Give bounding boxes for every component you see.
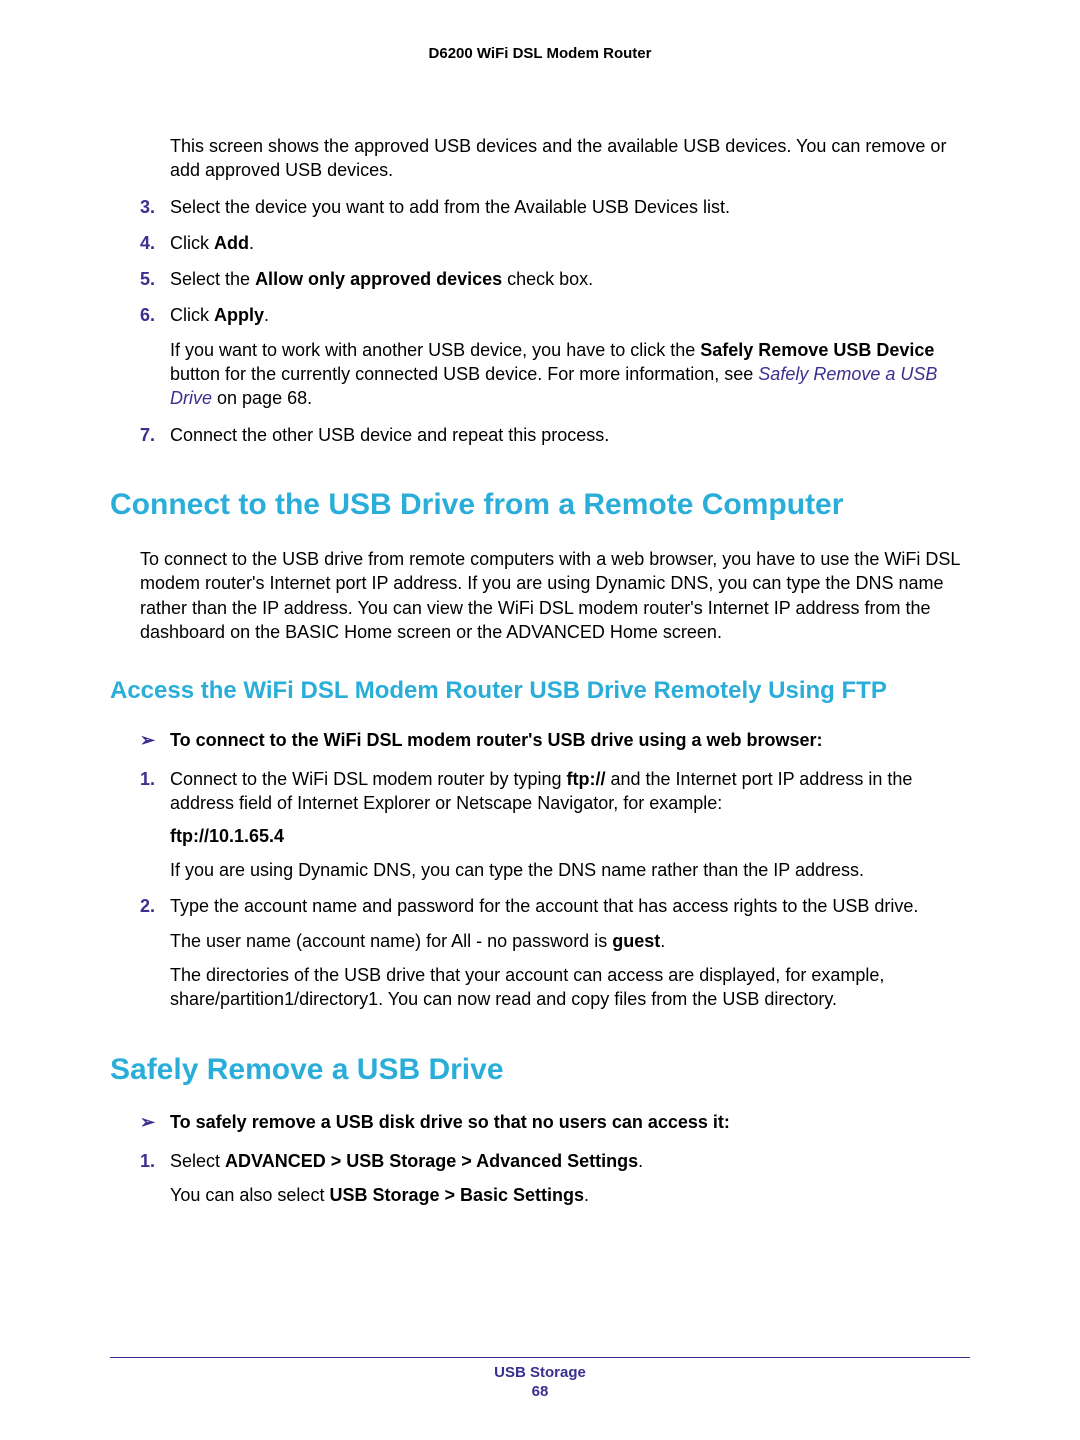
document-page: D6200 WiFi DSL Modem Router This screen …	[0, 0, 1080, 1440]
heading-safely-remove: Safely Remove a USB Drive	[110, 1052, 970, 1088]
step-b1: 1. Connect to the WiFi DSL modem router …	[140, 767, 970, 882]
step-text: Select ADVANCED > USB Storage > Advanced…	[170, 1151, 643, 1171]
footer-chapter: USB Storage	[110, 1364, 970, 1381]
step-5: 5. Select the Allow only approved device…	[140, 267, 970, 291]
paragraph-connect-remote: To connect to the USB drive from remote …	[140, 547, 970, 644]
heading-connect-remote: Connect to the USB Drive from a Remote C…	[110, 487, 970, 523]
step-3: 3. Select the device you want to add fro…	[140, 195, 970, 219]
step-text: Connect to the WiFi DSL modem router by …	[170, 769, 912, 813]
step-subtext: The user name (account name) for All - n…	[170, 929, 970, 953]
step-number: 7.	[140, 423, 155, 447]
step-text: Select the device you want to add from t…	[170, 197, 730, 217]
step-b2: 2. Type the account name and password fo…	[140, 894, 970, 1011]
procedure-heading: ➢ To safely remove a USB disk drive so t…	[140, 1112, 970, 1133]
step-text: Type the account name and password for t…	[170, 896, 918, 916]
ftp-example: ftp://10.1.65.4	[170, 824, 970, 848]
step-c1: 1. Select ADVANCED > USB Storage > Advan…	[140, 1149, 970, 1208]
step-number: 2.	[140, 894, 155, 918]
step-number: 1.	[140, 1149, 155, 1173]
document-header: D6200 WiFi DSL Modem Router	[110, 45, 970, 62]
footer-page-number: 68	[110, 1383, 970, 1400]
step-text: Click Apply.	[170, 305, 269, 325]
page-footer: USB Storage 68	[110, 1357, 970, 1400]
step-number: 1.	[140, 767, 155, 791]
step-subtext: If you are using Dynamic DNS, you can ty…	[170, 858, 970, 882]
step-number: 4.	[140, 231, 155, 255]
arrow-icon: ➢	[140, 1112, 155, 1133]
steps-list-1: 3. Select the device you want to add fro…	[140, 195, 970, 447]
step-subtext: The directories of the USB drive that yo…	[170, 963, 970, 1012]
step-4: 4. Click Add.	[140, 231, 970, 255]
heading-access-ftp: Access the WiFi DSL Modem Router USB Dri…	[110, 676, 970, 706]
step-text: Click Add.	[170, 233, 254, 253]
step-number: 5.	[140, 267, 155, 291]
intro-paragraph: This screen shows the approved USB devic…	[170, 134, 970, 183]
procedure-text: To safely remove a USB disk drive so tha…	[170, 1112, 730, 1132]
step-text: Connect the other USB device and repeat …	[170, 425, 609, 445]
step-subtext: You can also select USB Storage > Basic …	[170, 1183, 970, 1207]
step-6: 6. Click Apply. If you want to work with…	[140, 303, 970, 410]
steps-list-2: 1. Connect to the WiFi DSL modem router …	[140, 767, 970, 1011]
step-text: Select the Allow only approved devices c…	[170, 269, 593, 289]
step-number: 6.	[140, 303, 155, 327]
procedure-text: To connect to the WiFi DSL modem router'…	[170, 730, 823, 750]
procedure-heading: ➢ To connect to the WiFi DSL modem route…	[140, 730, 970, 751]
steps-list-3: 1. Select ADVANCED > USB Storage > Advan…	[140, 1149, 970, 1208]
arrow-icon: ➢	[140, 730, 155, 751]
step-subtext: If you want to work with another USB dev…	[170, 338, 970, 411]
step-number: 3.	[140, 195, 155, 219]
step-7: 7. Connect the other USB device and repe…	[140, 423, 970, 447]
